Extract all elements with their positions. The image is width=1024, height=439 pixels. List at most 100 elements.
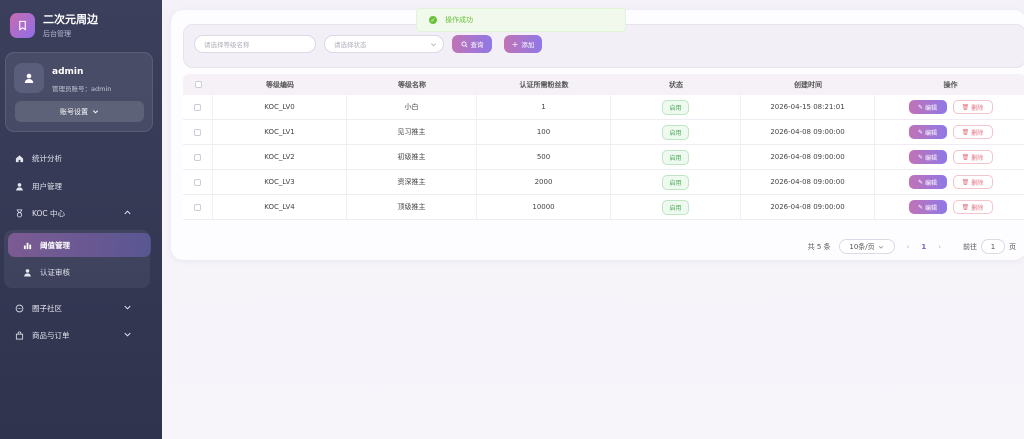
cell-code: KOC_LV4 [213,194,347,220]
user-icon [14,181,24,191]
brand-title: 二次元周边 [43,13,98,26]
table-header: 等级编码 等级名称 认证所需粉丝数 状态 创建时间 操作 [183,74,1024,95]
account-settings-label: 账号设置 [60,107,88,116]
sidebar-item-label: KOC 中心 [32,208,66,218]
trash-icon: 🗑 [961,153,970,161]
status-badge: 启用 [662,99,689,115]
status-select[interactable]: 请选择状态 [324,35,444,53]
header-status: 状态 [669,80,683,89]
delete-button[interactable]: 🗑 删除 [952,100,993,114]
delete-button[interactable]: 🗑 删除 [952,200,993,214]
current-page[interactable]: 1 [921,243,926,251]
cell-name: 小白 [347,94,477,120]
table-row: KOC_LV0 小白 1 启用 2026-04-15 08:21:01 ✎ 编辑 … [183,94,1024,120]
delete-button[interactable]: 🗑 删除 [952,150,993,164]
status-badge: 启用 [662,124,689,140]
sidebar-item-circle[interactable]: 圈子社区 [0,297,162,319]
row-checkbox[interactable] [183,94,213,120]
delete-button[interactable]: 🗑 删除 [952,125,993,139]
trash-icon: 🗑 [961,103,970,111]
edit-button[interactable]: ✎ 编辑 [908,150,947,164]
edit-button[interactable]: ✎ 编辑 [908,100,947,114]
header-fans: 认证所需粉丝数 [519,80,569,89]
row-checkbox[interactable] [183,119,213,145]
edit-button[interactable]: ✎ 编辑 [908,175,947,189]
edit-label: 编辑 [925,154,938,162]
cell-time: 2026-04-08 09:00:00 [741,144,875,170]
chevron-up-icon [124,210,131,215]
chevron-down-icon [431,43,436,47]
select-all-checkbox[interactable] [183,81,213,88]
sidebar-item-koc[interactable]: KOC 中心 [0,202,162,224]
content-panel: 请选择等级名称 请选择状态 查询 + 添加 等级编码 等级名称 认证所需粉丝数 … [171,10,1024,260]
sidebar-item-stats[interactable]: 统计分析 [0,147,162,169]
koc-submenu: 阈值管理 认证审核 [4,230,151,288]
level-name-input[interactable]: 请选择等级名称 [194,35,316,53]
delete-label: 删除 [971,179,984,187]
success-toast: ✓ 操作成功 [416,8,626,32]
prev-page-button[interactable]: ‹ [907,243,910,251]
account-settings-button[interactable]: 账号设置 [15,101,144,122]
edit-label: 编辑 [925,204,938,212]
sidebar-item-users[interactable]: 用户管理 [0,175,162,197]
home-icon [14,153,24,163]
header-actions: 操作 [943,80,958,89]
header-code: 等级编码 [266,80,294,89]
cell-time: 2026-04-08 09:00:00 [741,169,875,195]
goto-prefix: 前往 [963,242,977,251]
page-size-select[interactable]: 10条/页 [838,239,895,254]
table-row: KOC_LV3 资深推主 2000 启用 2026-04-08 09:00:00… [183,169,1024,195]
edit-button[interactable]: ✎ 编辑 [908,200,947,214]
sidebar-item-label: 用户管理 [32,181,62,191]
bar-chart-icon [22,240,32,250]
row-checkbox[interactable] [183,144,213,170]
sidebar-item-label: 统计分析 [32,153,62,163]
cell-time: 2026-04-15 08:21:01 [741,94,875,120]
add-label: 添加 [521,41,535,49]
user-check-icon [22,267,32,277]
cell-name: 资深推主 [347,169,477,195]
sidebar-item-verification[interactable]: 认证审核 [8,260,151,284]
chevron-down-icon [124,305,131,310]
sidebar-item-label: 认证审核 [40,267,70,277]
delete-label: 删除 [971,129,984,137]
sidebar-item-label: 圈子社区 [32,303,62,313]
level-name-placeholder: 请选择等级名称 [204,41,250,49]
header-time: 创建时间 [794,80,822,89]
user-account: 管理员账号：admin [52,85,112,93]
add-button[interactable]: + 添加 [504,35,542,53]
row-checkbox[interactable] [183,194,213,220]
total-count: 共 5 条 [807,242,831,251]
goto-suffix: 页 [1009,242,1016,251]
plus-icon: + [511,39,519,49]
pagination: 共 5 条 10条/页 ‹ 1 › 前往 1 页 [808,239,1016,254]
status-placeholder: 请选择状态 [334,41,367,49]
delete-button[interactable]: 🗑 删除 [952,175,993,189]
page-size-label: 10条/页 [849,242,875,251]
next-page-button[interactable]: › [938,243,941,251]
status-badge: 启用 [662,199,689,215]
edit-button[interactable]: ✎ 编辑 [908,125,947,139]
search-button[interactable]: 查询 [452,35,492,53]
main-area: 请选择等级名称 请选择状态 查询 + 添加 等级编码 等级名称 认证所需粉丝数 … [162,0,1024,439]
user-card: admin 管理员账号：admin 账号设置 [5,52,153,132]
delete-label: 删除 [971,204,984,212]
sidebar-item-label: 阈值管理 [40,240,70,250]
edit-icon: ✎ [917,128,923,136]
sidebar-item-threshold[interactable]: 阈值管理 [8,233,151,257]
status-badge: 启用 [662,174,689,190]
bag-icon [14,330,24,340]
goto-page-input[interactable]: 1 [981,239,1005,254]
status-badge: 启用 [662,149,689,165]
avatar [14,63,44,93]
edit-icon: ✎ [917,153,923,161]
sidebar-item-shop[interactable]: 商品与订单 [0,324,162,346]
search-label: 查询 [470,41,484,49]
medal-icon [14,208,24,218]
brand: 二次元周边 后台管理 [10,11,98,39]
table-row: KOC_LV4 顶级推主 10000 启用 2026-04-08 09:00:0… [183,194,1024,220]
cell-code: KOC_LV0 [213,94,347,120]
row-checkbox[interactable] [183,169,213,195]
edit-icon: ✎ [917,178,923,186]
sidebar-item-label: 商品与订单 [32,330,70,340]
